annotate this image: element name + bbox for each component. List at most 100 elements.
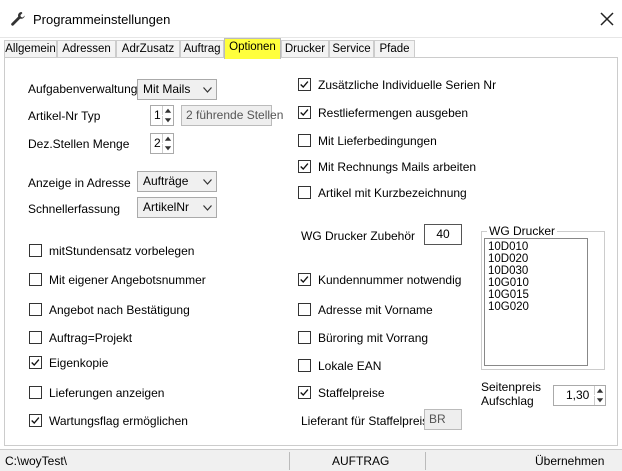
checkmark-icon [300, 81, 309, 89]
checkbox-label: Auftrag=Projekt [49, 331, 133, 345]
checkbox-label: Restliefermengen ausgeben [318, 106, 469, 120]
checkmark-icon [300, 163, 309, 171]
tab-adressen[interactable]: Adressen [57, 40, 116, 58]
dez-stellen-menge-label: Dez.Stellen Menge [28, 137, 130, 151]
checkbox-unchecked[interactable] [29, 386, 42, 399]
close-icon[interactable] [597, 9, 617, 29]
spin-down-icon[interactable] [162, 116, 173, 125]
status-mode: AUFTRAG [332, 454, 390, 468]
anzeige-in-adresse-select[interactable]: Aufträge [137, 171, 217, 192]
status-bar: C:\woyTest\ AUFTRAG Übernehmen [0, 449, 622, 471]
tab-auftrag[interactable]: Auftrag [180, 40, 224, 58]
checkbox-label: Mit eigener Angebotsnummer [49, 273, 206, 287]
status-divider [425, 452, 426, 470]
anzeige-in-adresse-label: Anzeige in Adresse [28, 176, 131, 190]
schnellerfassung-select[interactable]: ArtikelNr [137, 197, 217, 218]
checkmark-icon [31, 359, 40, 367]
checkmark-icon [300, 109, 309, 117]
schnellerfassung-label: Schnellerfassung [28, 202, 121, 216]
checkbox-checked[interactable] [298, 106, 311, 119]
list-item[interactable]: 10D030 [488, 265, 584, 277]
checkbox-label: Staffelpreise [318, 386, 385, 400]
tab-allgemein[interactable]: Allgemein [4, 40, 57, 58]
seitenpreis-label: Seitenpreis [481, 380, 542, 394]
wg-zubehoer-input[interactable]: 40 [424, 224, 462, 245]
checkbox-label: Mit Lieferbedingungen [318, 134, 437, 148]
checkbox-unchecked[interactable] [298, 359, 311, 372]
tab-adrzusatz[interactable]: AdrZusatz [116, 40, 180, 58]
wg-zubehoer-label: WG Drucker Zubehör [301, 229, 416, 243]
wg-drucker-label: WG Drucker [487, 224, 557, 238]
artikel-nr-typ-value: 1 [154, 108, 161, 122]
checkmark-icon [300, 276, 309, 284]
aufgabenverwaltung-select[interactable]: Mit Mails [137, 79, 217, 100]
list-item[interactable]: 10G010 [488, 277, 584, 289]
title-bar: Programmeinstellungen [0, 0, 622, 38]
artikel-nr-typ-hint: 2 führende Stellen [181, 105, 283, 126]
wrench-icon [11, 12, 25, 26]
list-item[interactable]: 10D020 [488, 253, 584, 265]
list-item[interactable]: 10D010 [488, 241, 584, 253]
seitenpreis-value: 1,30 [566, 388, 590, 402]
seitenpreis-spinner[interactable]: 1,30 [553, 385, 606, 406]
checkmark-icon [300, 389, 309, 397]
tab-service[interactable]: Service [329, 40, 374, 58]
dez-stellen-menge-spinner[interactable]: 2 [150, 133, 174, 154]
lieferant-staffelpreis-label: Lieferant für Staffelpreis [301, 414, 429, 428]
chevron-down-icon [203, 87, 212, 93]
anzeige-in-adresse-value: Aufträge [143, 174, 189, 188]
checkbox-label: Lieferungen anzeigen [49, 386, 165, 400]
checkbox-unchecked[interactable] [298, 303, 311, 316]
status-divider [289, 452, 290, 470]
checkbox-unchecked[interactable] [298, 331, 311, 344]
chevron-down-icon [203, 205, 212, 211]
checkbox-label: Kundennummer notwendig [318, 273, 462, 287]
list-item[interactable]: 10G015 [488, 289, 584, 301]
chevron-down-icon [203, 179, 212, 185]
checkbox-unchecked[interactable] [29, 244, 42, 257]
checkbox-label: Lokale EAN [318, 359, 382, 373]
uebernehmen-button[interactable]: Übernehmen [535, 454, 604, 468]
checkbox-label: Mit Rechnungs Mails arbeiten [318, 160, 477, 174]
checkbox-unchecked[interactable] [29, 303, 42, 316]
checkbox-label: Büroring mit Vorrang [318, 331, 429, 345]
checkbox-checked[interactable] [29, 356, 42, 369]
window-title: Programmeinstellungen [33, 12, 171, 27]
wg-drucker-list[interactable]: 10D010 10D020 10D030 10G010 10G015 10G02… [484, 238, 588, 366]
artikel-nr-typ-spinner[interactable]: 1 [150, 105, 174, 126]
spin-down-icon[interactable] [162, 144, 173, 153]
aufgabenverwaltung-label: Aufgabenverwaltung [28, 82, 138, 96]
spin-up-icon[interactable] [162, 106, 173, 115]
checkbox-checked[interactable] [298, 273, 311, 286]
checkbox-checked[interactable] [298, 160, 311, 173]
lieferant-staffelpreis-input[interactable]: BR [424, 409, 462, 430]
checkbox-label: Artikel mit Kurzbezeichnung [318, 186, 467, 200]
checkbox-checked[interactable] [298, 386, 311, 399]
checkbox-label: Eigenkopie [49, 356, 109, 370]
spin-down-icon[interactable] [594, 396, 605, 405]
spin-up-icon[interactable] [594, 386, 605, 395]
list-item[interactable]: 10G020 [488, 301, 584, 313]
checkbox-unchecked[interactable] [29, 273, 42, 286]
checkbox-label: Angebot nach Bestätigung [49, 303, 190, 317]
checkbox-label: Zusätzliche Individuelle Serien Nr [318, 78, 497, 92]
checkbox-unchecked[interactable] [29, 331, 42, 344]
checkmark-icon [31, 417, 40, 425]
checkbox-unchecked[interactable] [298, 134, 311, 147]
aufschlag-label: Aufschlag [481, 394, 534, 408]
checkbox-label: Wartungsflag ermöglichen [49, 414, 188, 428]
status-path: C:\woyTest\ [5, 454, 68, 468]
tab-drucker[interactable]: Drucker [281, 40, 329, 58]
tab-optionen[interactable]: Optionen [224, 38, 281, 59]
checkbox-checked[interactable] [29, 414, 42, 427]
checkbox-unchecked[interactable] [298, 186, 311, 199]
schnellerfassung-value: ArtikelNr [143, 200, 190, 214]
aufgabenverwaltung-value: Mit Mails [143, 82, 191, 96]
spin-up-icon[interactable] [162, 134, 173, 143]
checkbox-label: Adresse mit Vorname [318, 303, 433, 317]
checkbox-checked[interactable] [298, 78, 311, 91]
tab-pfade[interactable]: Pfade [374, 40, 415, 58]
checkbox-label: mitStundensatz vorbelegen [49, 244, 195, 258]
artikel-nr-typ-label: Artikel-Nr Typ [28, 109, 101, 123]
dez-stellen-menge-value: 2 [154, 136, 161, 150]
